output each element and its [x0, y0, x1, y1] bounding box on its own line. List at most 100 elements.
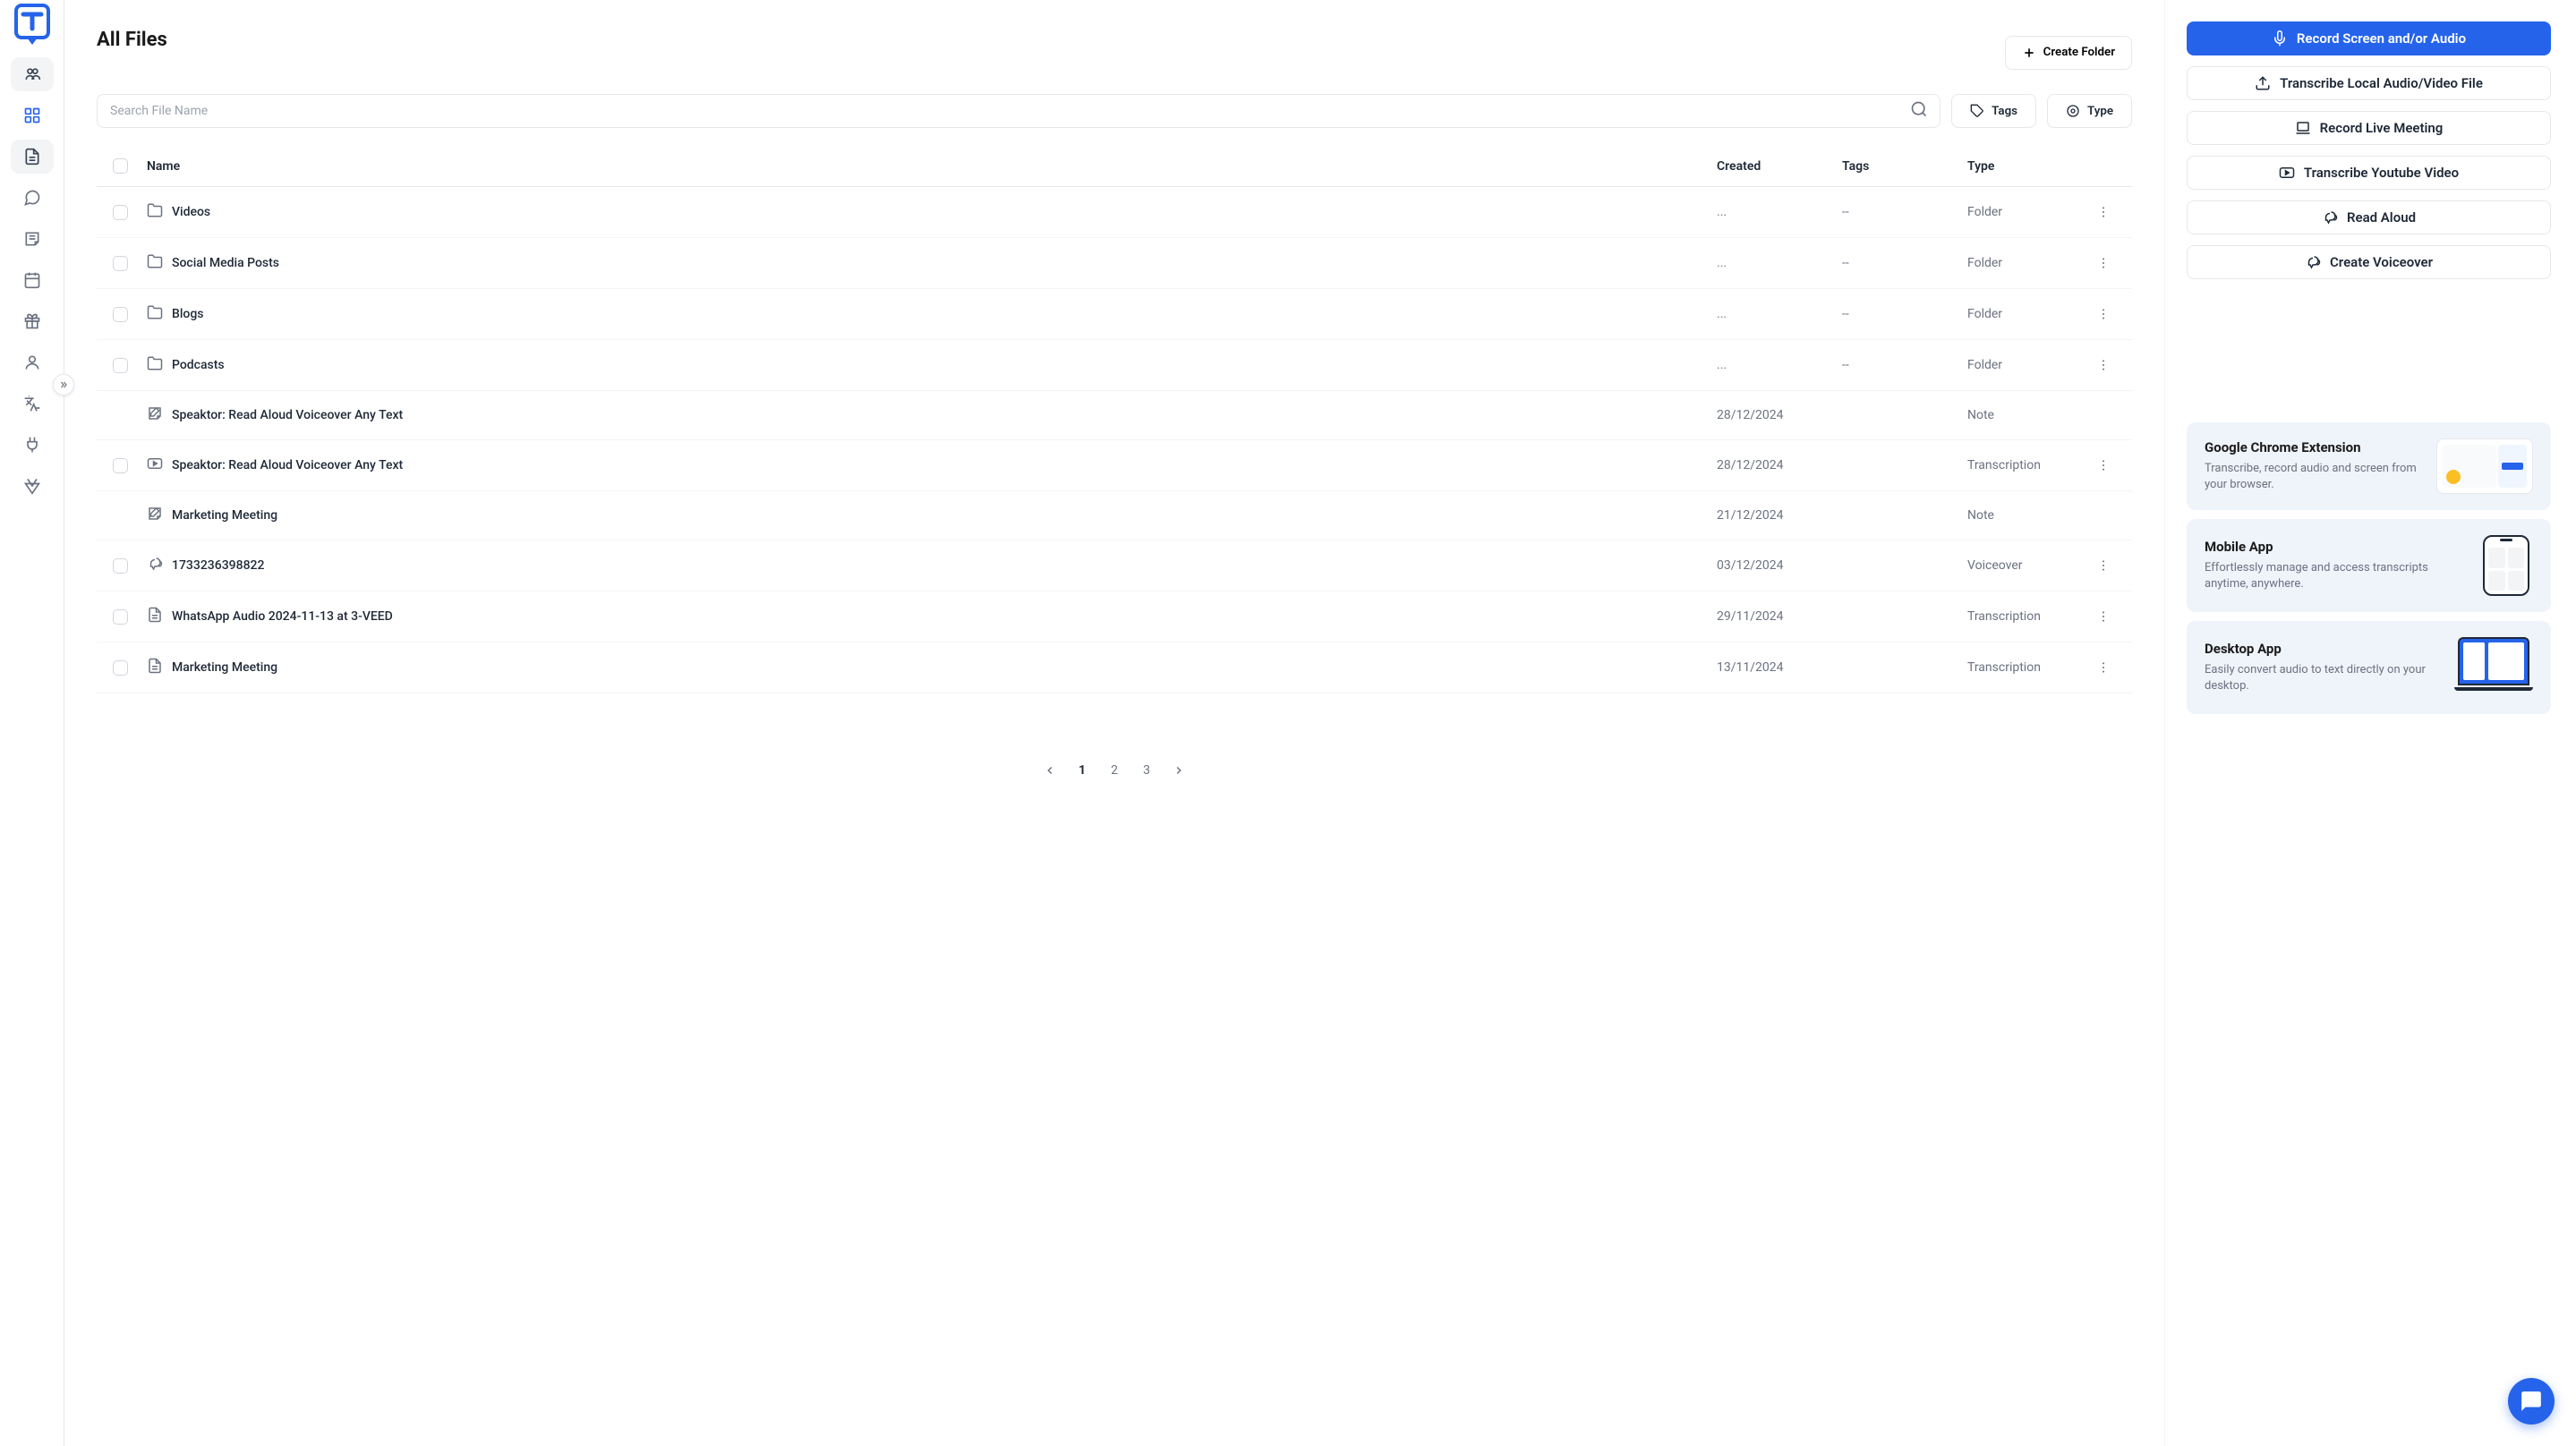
row-more-button[interactable] — [2093, 252, 2114, 274]
chat-support-button[interactable] — [2508, 1378, 2555, 1425]
record-meeting-button[interactable]: Record Live Meeting — [2187, 111, 2551, 145]
sidebar-expand-button[interactable] — [53, 374, 74, 396]
type-cell: Folder — [1967, 205, 2093, 219]
transcribe-youtube-button[interactable]: Transcribe Youtube Video — [2187, 156, 2551, 190]
row-checkbox[interactable] — [113, 307, 128, 322]
tag-icon — [1970, 104, 1984, 118]
row-checkbox[interactable] — [113, 256, 128, 271]
folder-icon — [147, 304, 163, 324]
table-row[interactable]: Podcasts ... -- Folder — [97, 340, 2132, 391]
row-more-button[interactable] — [2093, 657, 2114, 678]
app-logo[interactable] — [14, 4, 50, 47]
tags-cell: -- — [1842, 256, 1967, 270]
row-more-button[interactable] — [2093, 555, 2114, 576]
create-folder-button[interactable]: Create Folder — [2005, 36, 2132, 70]
record-screen-button[interactable]: Record Screen and/or Audio — [2187, 21, 2551, 55]
type-cell: Transcription — [1967, 458, 2093, 472]
nav-profile-icon[interactable] — [11, 345, 54, 379]
table-row[interactable]: Speaktor: Read Aloud Voiceover Any Text … — [97, 440, 2132, 491]
folder-icon — [147, 253, 163, 273]
voiceover-icon — [2305, 254, 2321, 270]
type-cell: Transcription — [1967, 609, 2093, 624]
folder-icon — [147, 202, 163, 222]
tags-filter-button[interactable]: Tags — [1951, 94, 2036, 128]
promo-card[interactable]: Desktop AppEasily convert audio to text … — [2187, 621, 2551, 714]
nav-calendar-icon[interactable] — [11, 263, 54, 297]
row-more-button[interactable] — [2093, 201, 2114, 223]
page-next-button[interactable] — [1164, 756, 1193, 785]
row-checkbox[interactable] — [113, 558, 128, 574]
table-row[interactable]: 1733236398822 03/12/2024 Voiceover — [97, 540, 2132, 591]
table-row[interactable]: Social Media Posts ... -- Folder — [97, 238, 2132, 289]
row-checkbox[interactable] — [113, 660, 128, 676]
transcribe-local-button[interactable]: Transcribe Local Audio/Video File — [2187, 66, 2551, 100]
select-all-checkbox[interactable] — [113, 158, 128, 174]
nav-integrations-icon[interactable] — [11, 428, 54, 462]
type-cell: Transcription — [1967, 660, 2093, 675]
promo-phone-image — [2479, 535, 2533, 596]
row-more-button[interactable] — [2093, 606, 2114, 627]
page-number-button[interactable]: 3 — [1132, 756, 1161, 785]
main-content: All Files Create Folder Tags Type — [64, 0, 2164, 1446]
type-filter-button[interactable]: Type — [2047, 94, 2132, 128]
table-row[interactable]: Marketing Meeting 13/11/2024 Transcripti… — [97, 642, 2132, 693]
table-row[interactable]: Speaktor: Read Aloud Voiceover Any Text … — [97, 391, 2132, 440]
youtube-icon — [147, 455, 163, 475]
nav-files-icon[interactable] — [11, 140, 54, 174]
table-row[interactable]: Marketing Meeting 21/12/2024 Note — [97, 491, 2132, 540]
page-number-button[interactable]: 1 — [1068, 756, 1096, 785]
nav-premium-icon[interactable] — [11, 469, 54, 503]
type-label: Type — [2087, 105, 2113, 118]
doc-icon — [147, 658, 163, 677]
created-cell: ... — [1717, 307, 1842, 321]
note-icon — [147, 405, 163, 425]
row-more-button[interactable] — [2093, 303, 2114, 325]
nav-gift-icon[interactable] — [11, 304, 54, 338]
file-name: Videos — [172, 205, 210, 219]
promo-desc: Transcribe, record audio and screen from… — [2205, 461, 2422, 493]
file-name: Marketing Meeting — [172, 660, 277, 675]
right-panel: Record Screen and/or Audio Transcribe Lo… — [2164, 0, 2576, 1446]
promo-card[interactable]: Mobile AppEffortlessly manage and access… — [2187, 519, 2551, 612]
page-number-button[interactable]: 2 — [1100, 756, 1129, 785]
sidebar — [0, 0, 64, 1446]
file-name: Speaktor: Read Aloud Voiceover Any Text — [172, 408, 403, 422]
header-type: Type — [1967, 159, 2093, 174]
nav-translate-icon[interactable] — [11, 387, 54, 421]
table-row[interactable]: WhatsApp Audio 2024-11-13 at 3-VEED 29/1… — [97, 591, 2132, 642]
transcribe-youtube-label: Transcribe Youtube Video — [2304, 165, 2459, 181]
table-row[interactable]: Videos ... -- Folder — [97, 187, 2132, 238]
nav-dashboard-icon[interactable] — [11, 98, 54, 132]
file-name: Podcasts — [172, 358, 225, 372]
row-more-button[interactable] — [2093, 455, 2114, 476]
created-cell: 13/11/2024 — [1717, 660, 1842, 675]
header-created: Created — [1717, 159, 1842, 174]
transcribe-local-label: Transcribe Local Audio/Video File — [2280, 75, 2483, 91]
created-cell: ... — [1717, 205, 1842, 219]
create-voiceover-label: Create Voiceover — [2330, 254, 2433, 270]
plus-icon — [2022, 46, 2036, 60]
row-checkbox[interactable] — [113, 205, 128, 220]
page-prev-button[interactable] — [1036, 756, 1064, 785]
row-checkbox[interactable] — [113, 358, 128, 373]
file-name: Blogs — [172, 307, 204, 321]
promo-title: Mobile App — [2205, 539, 2465, 555]
table-row[interactable]: Blogs ... -- Folder — [97, 289, 2132, 340]
nav-workspace-icon[interactable] — [11, 57, 54, 91]
created-cell: 21/12/2024 — [1717, 508, 1842, 523]
type-cell: Folder — [1967, 358, 2093, 372]
nav-notes-icon[interactable] — [11, 222, 54, 256]
row-checkbox[interactable] — [113, 458, 128, 473]
create-voiceover-button[interactable]: Create Voiceover — [2187, 245, 2551, 279]
read-aloud-button[interactable]: Read Aloud — [2187, 200, 2551, 234]
type-cell: Folder — [1967, 307, 2093, 321]
tags-cell: -- — [1842, 358, 1967, 372]
file-name: WhatsApp Audio 2024-11-13 at 3-VEED — [172, 609, 393, 624]
header-name: Name — [147, 159, 1717, 174]
promo-card[interactable]: Google Chrome ExtensionTranscribe, recor… — [2187, 422, 2551, 510]
row-more-button[interactable] — [2093, 354, 2114, 376]
laptop-icon — [2295, 120, 2311, 136]
row-checkbox[interactable] — [113, 609, 128, 625]
search-input[interactable] — [97, 94, 1941, 128]
nav-chat-icon[interactable] — [11, 181, 54, 215]
